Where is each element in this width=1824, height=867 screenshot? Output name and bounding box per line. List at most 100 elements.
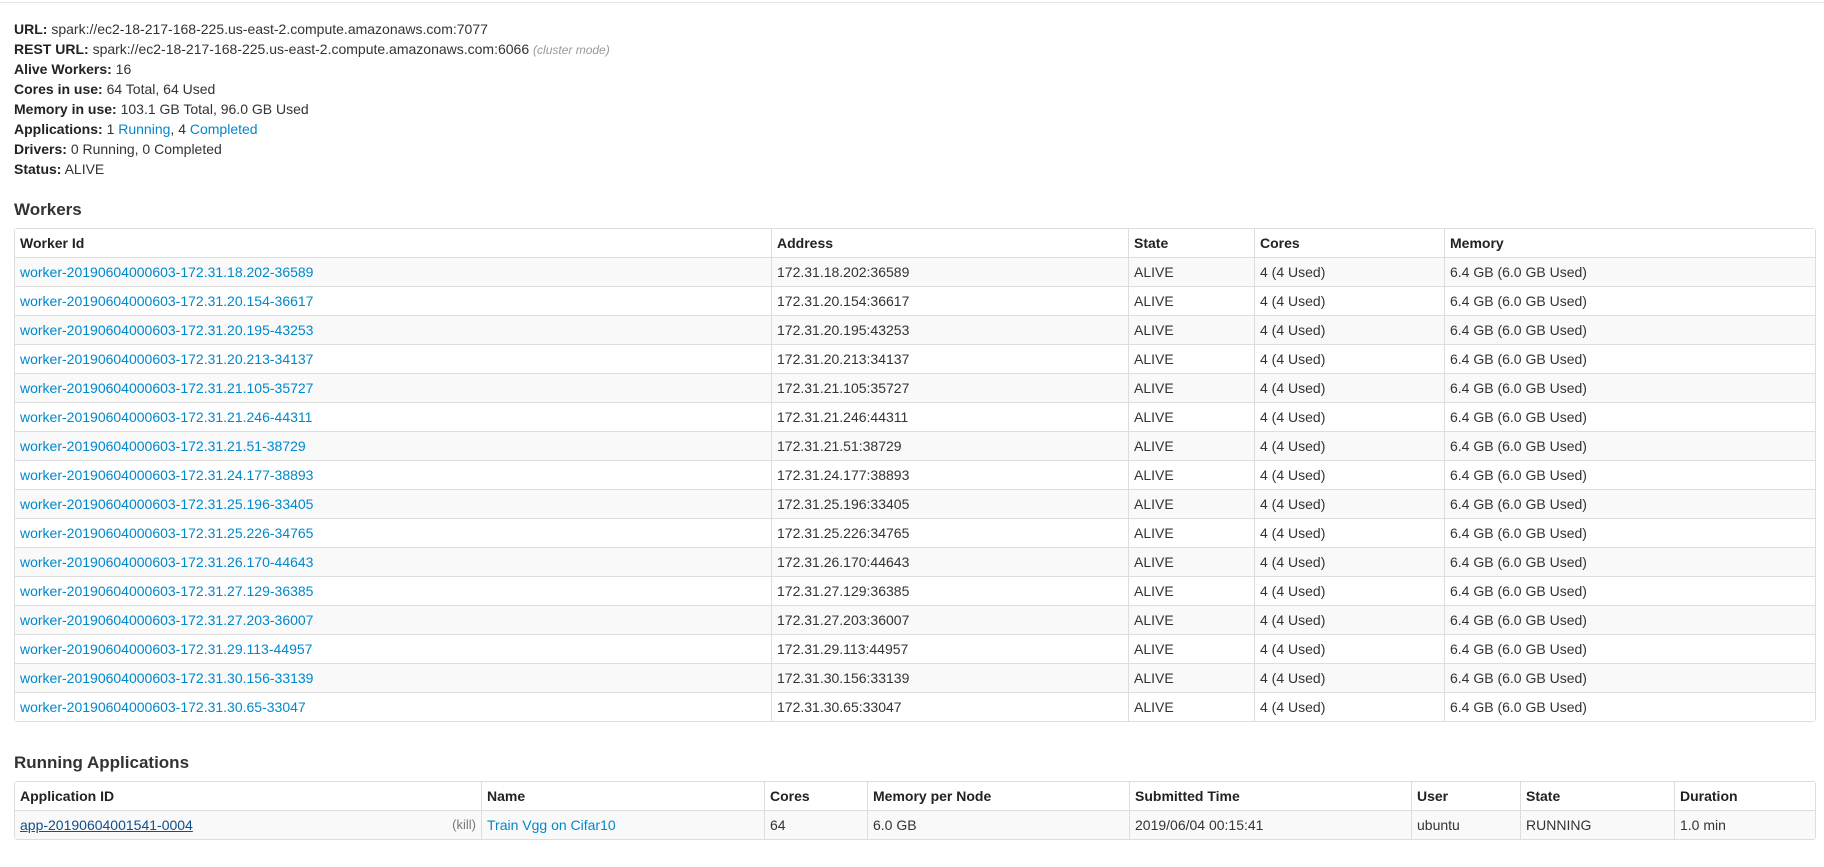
col-application-id[interactable]: Application ID bbox=[15, 782, 481, 810]
worker-id-link[interactable]: worker-20190604000603-172.31.30.65-33047 bbox=[20, 699, 306, 715]
worker-id-cell: worker-20190604000603-172.31.25.226-3476… bbox=[15, 518, 771, 547]
worker-id-link[interactable]: worker-20190604000603-172.31.27.129-3638… bbox=[20, 583, 313, 599]
worker-cores-cell: 4 (4 Used) bbox=[1254, 576, 1444, 605]
summary-drivers: Drivers: 0 Running, 0 Completed bbox=[14, 139, 1824, 159]
worker-id-cell: worker-20190604000603-172.31.25.196-3340… bbox=[15, 489, 771, 518]
worker-state-cell: ALIVE bbox=[1128, 547, 1254, 576]
worker-cores-cell: 4 (4 Used) bbox=[1254, 634, 1444, 663]
worker-id-link[interactable]: worker-20190604000603-172.31.20.213-3413… bbox=[20, 351, 313, 367]
worker-address-cell: 172.31.18.202:36589 bbox=[771, 257, 1128, 286]
worker-memory-cell: 6.4 GB (6.0 GB Used) bbox=[1444, 518, 1815, 547]
col-address[interactable]: Address bbox=[771, 229, 1128, 257]
worker-id-link[interactable]: worker-20190604000603-172.31.25.196-3340… bbox=[20, 496, 313, 512]
table-row: worker-20190604000603-172.31.24.177-3889… bbox=[15, 460, 1815, 489]
app-id-cell: app-20190604001541-0004 (kill) bbox=[15, 810, 481, 839]
worker-state-cell: ALIVE bbox=[1128, 663, 1254, 692]
applications-completed-link[interactable]: Completed bbox=[190, 121, 258, 137]
worker-id-cell: worker-20190604000603-172.31.20.195-4325… bbox=[15, 315, 771, 344]
worker-cores-cell: 4 (4 Used) bbox=[1254, 692, 1444, 721]
worker-id-link[interactable]: worker-20190604000603-172.31.25.226-3476… bbox=[20, 525, 313, 541]
col-app-state[interactable]: State bbox=[1520, 782, 1674, 810]
table-row: worker-20190604000603-172.31.18.202-3658… bbox=[15, 257, 1815, 286]
worker-cores-cell: 4 (4 Used) bbox=[1254, 286, 1444, 315]
worker-state-cell: ALIVE bbox=[1128, 373, 1254, 402]
worker-id-link[interactable]: worker-20190604000603-172.31.21.105-3572… bbox=[20, 380, 313, 396]
table-row: worker-20190604000603-172.31.30.65-33047… bbox=[15, 692, 1815, 721]
top-divider bbox=[0, 2, 1824, 3]
table-row: worker-20190604000603-172.31.27.129-3638… bbox=[15, 576, 1815, 605]
worker-address-cell: 172.31.25.196:33405 bbox=[771, 489, 1128, 518]
status-value: ALIVE bbox=[64, 161, 105, 177]
memory-value: 103.1 GB Total, 96.0 GB Used bbox=[120, 101, 309, 117]
worker-id-link[interactable]: worker-20190604000603-172.31.30.156-3313… bbox=[20, 670, 313, 686]
worker-address-cell: 172.31.30.65:33047 bbox=[771, 692, 1128, 721]
col-memory[interactable]: Memory bbox=[1444, 229, 1815, 257]
app-name-link[interactable]: Train Vgg on Cifar10 bbox=[487, 817, 616, 833]
app-id-link[interactable]: app-20190604001541-0004 bbox=[20, 817, 193, 833]
worker-address-cell: 172.31.27.129:36385 bbox=[771, 576, 1128, 605]
worker-state-cell: ALIVE bbox=[1128, 605, 1254, 634]
worker-state-cell: ALIVE bbox=[1128, 286, 1254, 315]
worker-memory-cell: 6.4 GB (6.0 GB Used) bbox=[1444, 605, 1815, 634]
worker-memory-cell: 6.4 GB (6.0 GB Used) bbox=[1444, 634, 1815, 663]
worker-id-link[interactable]: worker-20190604000603-172.31.24.177-3889… bbox=[20, 467, 313, 483]
summary-alive-workers: Alive Workers: 16 bbox=[14, 59, 1824, 79]
table-row: worker-20190604000603-172.31.25.226-3476… bbox=[15, 518, 1815, 547]
worker-memory-cell: 6.4 GB (6.0 GB Used) bbox=[1444, 257, 1815, 286]
worker-cores-cell: 4 (4 Used) bbox=[1254, 460, 1444, 489]
worker-id-cell: worker-20190604000603-172.31.21.246-4431… bbox=[15, 402, 771, 431]
worker-id-link[interactable]: worker-20190604000603-172.31.21.51-38729 bbox=[20, 438, 306, 454]
worker-state-cell: ALIVE bbox=[1128, 576, 1254, 605]
rest-url-label: REST URL: bbox=[14, 41, 89, 57]
drivers-value: 0 Running, 0 Completed bbox=[70, 141, 222, 157]
worker-address-cell: 172.31.24.177:38893 bbox=[771, 460, 1128, 489]
worker-id-link[interactable]: worker-20190604000603-172.31.27.203-3600… bbox=[20, 612, 313, 628]
worker-id-link[interactable]: worker-20190604000603-172.31.21.246-4431… bbox=[20, 409, 312, 425]
alive-workers-value: 16 bbox=[115, 61, 132, 77]
table-row: worker-20190604000603-172.31.25.196-3340… bbox=[15, 489, 1815, 518]
running-apps-title: Running Applications bbox=[14, 753, 190, 772]
worker-id-link[interactable]: worker-20190604000603-172.31.20.195-4325… bbox=[20, 322, 313, 338]
table-row: worker-20190604000603-172.31.20.154-3661… bbox=[15, 286, 1815, 315]
worker-state-cell: ALIVE bbox=[1128, 634, 1254, 663]
cores-label: Cores in use: bbox=[14, 81, 103, 97]
alive-workers-label: Alive Workers: bbox=[14, 61, 112, 77]
app-cores-cell: 64 bbox=[764, 810, 867, 839]
col-memory-per-node[interactable]: Memory per Node bbox=[867, 782, 1129, 810]
worker-state-cell: ALIVE bbox=[1128, 402, 1254, 431]
worker-state-cell: ALIVE bbox=[1128, 344, 1254, 373]
worker-cores-cell: 4 (4 Used) bbox=[1254, 257, 1444, 286]
worker-address-cell: 172.31.26.170:44643 bbox=[771, 547, 1128, 576]
col-app-cores[interactable]: Cores bbox=[764, 782, 867, 810]
worker-id-cell: worker-20190604000603-172.31.30.156-3313… bbox=[15, 663, 771, 692]
col-submitted-time[interactable]: Submitted Time bbox=[1129, 782, 1411, 810]
col-user[interactable]: User bbox=[1411, 782, 1520, 810]
worker-cores-cell: 4 (4 Used) bbox=[1254, 373, 1444, 402]
col-duration[interactable]: Duration bbox=[1674, 782, 1815, 810]
applications-running-link[interactable]: Running bbox=[118, 121, 170, 137]
col-worker-id[interactable]: Worker Id bbox=[15, 229, 771, 257]
worker-memory-cell: 6.4 GB (6.0 GB Used) bbox=[1444, 576, 1815, 605]
col-state[interactable]: State bbox=[1128, 229, 1254, 257]
workers-header-row: Worker Id Address State Cores Memory bbox=[15, 229, 1815, 257]
summary-rest-url: REST URL: spark://ec2-18-217-168-225.us-… bbox=[14, 39, 1824, 59]
app-duration-cell: 1.0 min bbox=[1674, 810, 1815, 839]
col-name[interactable]: Name bbox=[481, 782, 764, 810]
worker-memory-cell: 6.4 GB (6.0 GB Used) bbox=[1444, 286, 1815, 315]
worker-id-cell: worker-20190604000603-172.31.18.202-3658… bbox=[15, 257, 771, 286]
worker-address-cell: 172.31.20.213:34137 bbox=[771, 344, 1128, 373]
worker-id-link[interactable]: worker-20190604000603-172.31.26.170-4464… bbox=[20, 554, 313, 570]
table-row: worker-20190604000603-172.31.30.156-3313… bbox=[15, 663, 1815, 692]
worker-id-link[interactable]: worker-20190604000603-172.31.20.154-3661… bbox=[20, 293, 313, 309]
workers-table: Worker Id Address State Cores Memory wor… bbox=[14, 228, 1816, 722]
drivers-label: Drivers: bbox=[14, 141, 67, 157]
summary-memory: Memory in use: 103.1 GB Total, 96.0 GB U… bbox=[14, 99, 1824, 119]
table-row: worker-20190604000603-172.31.29.113-4495… bbox=[15, 634, 1815, 663]
workers-body: worker-20190604000603-172.31.18.202-3658… bbox=[15, 257, 1815, 721]
worker-address-cell: 172.31.30.156:33139 bbox=[771, 663, 1128, 692]
kill-app-link[interactable]: (kill) bbox=[452, 811, 476, 839]
worker-id-link[interactable]: worker-20190604000603-172.31.29.113-4495… bbox=[20, 641, 312, 657]
worker-state-cell: ALIVE bbox=[1128, 489, 1254, 518]
worker-id-link[interactable]: worker-20190604000603-172.31.18.202-3658… bbox=[20, 264, 313, 280]
col-cores[interactable]: Cores bbox=[1254, 229, 1444, 257]
